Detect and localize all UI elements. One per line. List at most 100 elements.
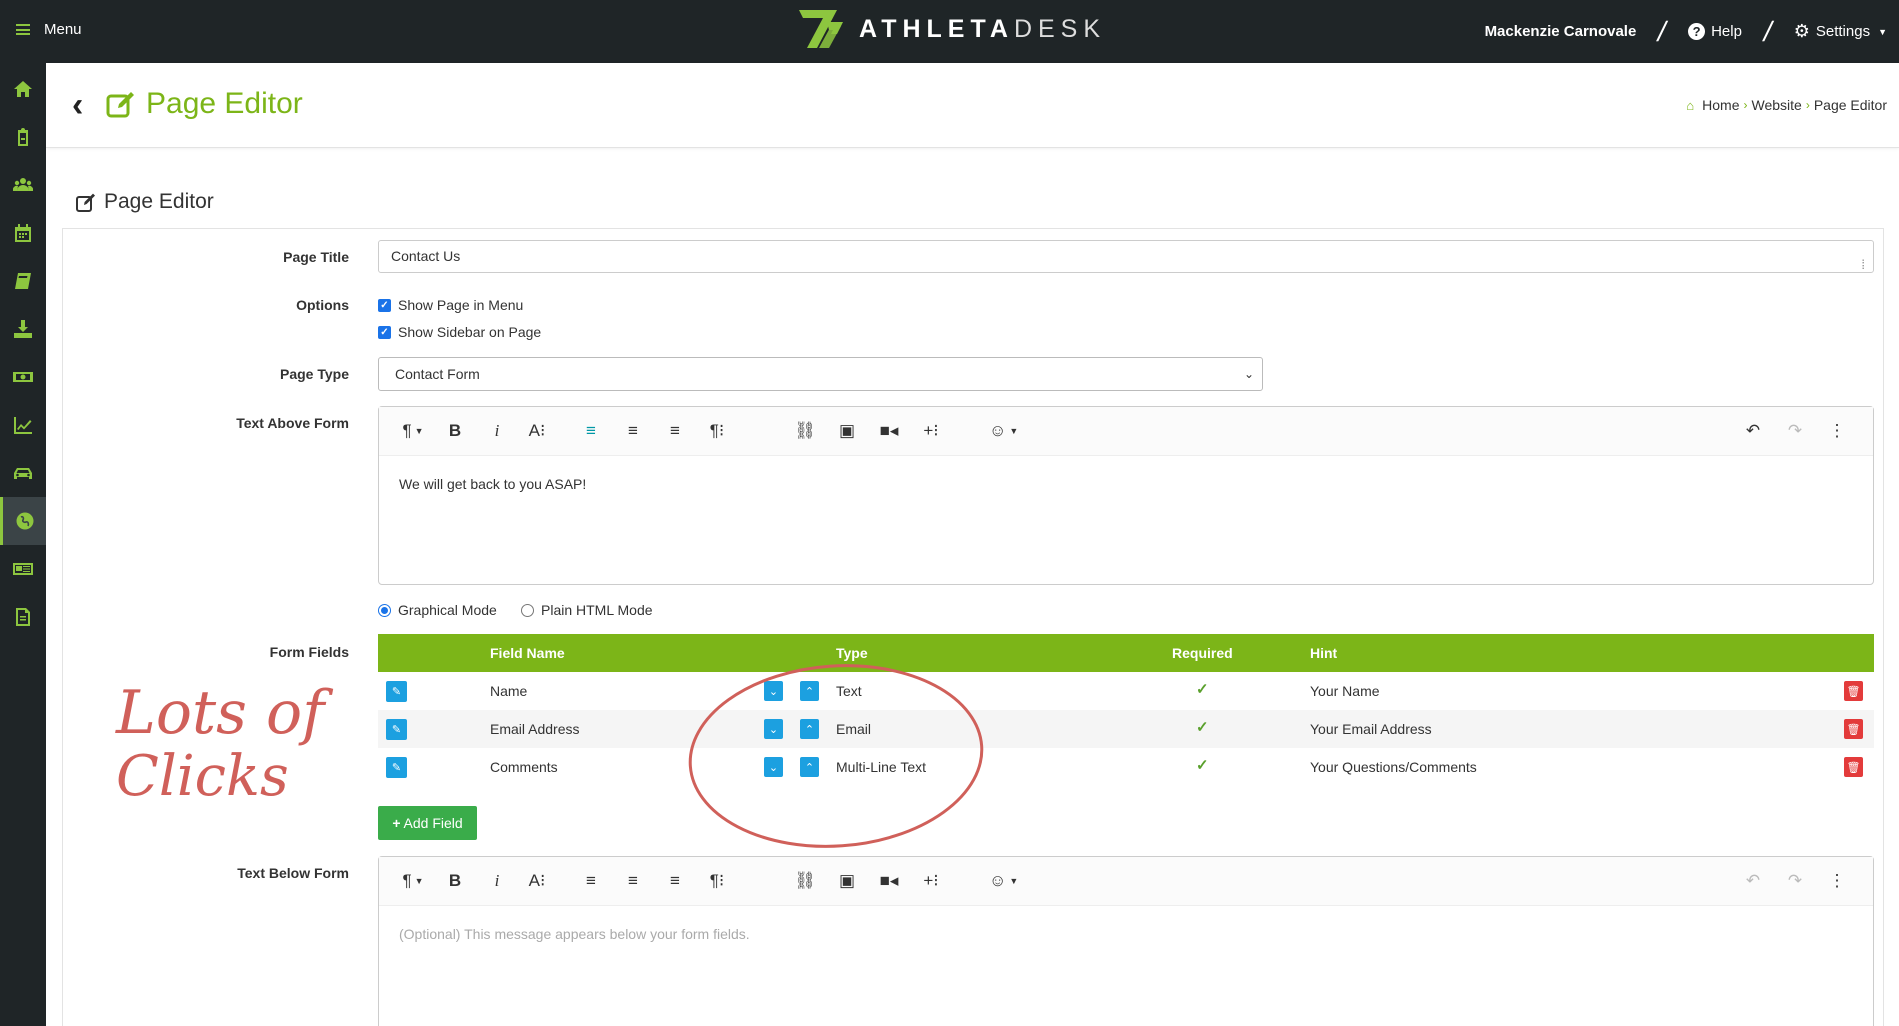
sidebar-item-documents[interactable]	[0, 593, 46, 641]
panel-title: Page Editor	[76, 190, 214, 214]
bold-icon[interactable]: B	[443, 419, 467, 443]
page-title-text: Page Editor	[146, 87, 303, 120]
table-row: ✎ Email Address ⌄ ⌃ Email ✓ Your Email A…	[378, 710, 1874, 748]
sidebar-item-money[interactable]	[0, 353, 46, 401]
field-hint-cell: Your Questions/Comments	[1310, 759, 1477, 775]
radio-selected-icon	[378, 603, 391, 617]
insert-more-icon[interactable]: +⁝	[919, 869, 943, 893]
money-icon	[13, 372, 33, 382]
sidebar-item-download[interactable]	[0, 305, 46, 353]
sidebar-item-calendar[interactable]	[0, 209, 46, 257]
users-icon	[13, 178, 33, 191]
top-right-nav: Mackenzie Carnovale / ? Help / ⚙ Setting…	[1485, 0, 1887, 63]
sidebar-item-car[interactable]	[0, 449, 46, 497]
image-icon[interactable]: ▣	[835, 419, 859, 443]
show-in-menu-checkbox[interactable]: ✓ Show Page in Menu	[378, 297, 523, 313]
add-field-button[interactable]: + Add Field	[378, 806, 477, 840]
sidebar-item-users[interactable]	[0, 161, 46, 209]
undo-icon[interactable]: ↶	[1741, 869, 1765, 893]
move-down-button[interactable]: ⌄	[764, 719, 783, 739]
back-chevron-icon[interactable]: ‹	[72, 88, 83, 122]
breadcrumb-home[interactable]: Home	[1702, 97, 1739, 113]
field-type-cell: Multi-Line Text	[836, 759, 927, 775]
text-above-content[interactable]: We will get back to you ASAP!	[379, 456, 1873, 512]
font-size-icon[interactable]: A⁝	[525, 869, 549, 893]
edit-field-button[interactable]: ✎	[386, 719, 407, 740]
brand-logo[interactable]: ATHLETADESK	[797, 8, 1106, 50]
emoticon-icon[interactable]: ☺ ▼	[989, 869, 1018, 893]
move-up-button[interactable]: ⌃	[800, 719, 819, 739]
delete-field-button[interactable]: 🗑	[1844, 681, 1863, 701]
italic-icon[interactable]: i	[485, 419, 509, 443]
align-center-icon[interactable]: ≡	[621, 419, 645, 443]
page-title-label: Page Title	[283, 249, 349, 265]
newspaper-icon	[13, 563, 33, 575]
help-link[interactable]: ? Help	[1688, 23, 1742, 40]
user-name[interactable]: Mackenzie Carnovale	[1485, 23, 1637, 40]
text-below-label: Text Below Form	[237, 865, 349, 881]
page-title-input[interactable]: Contact Us ⁞	[378, 240, 1874, 273]
graphical-mode-radio[interactable]: Graphical Mode	[378, 602, 497, 618]
video-icon[interactable]: ■◂	[877, 419, 901, 443]
divider: /	[1760, 15, 1776, 47]
bold-icon[interactable]: B	[443, 869, 467, 893]
required-check-icon: ✓	[1196, 757, 1209, 774]
paragraph-format-icon[interactable]: ¶ ▼	[401, 869, 425, 893]
move-up-button[interactable]: ⌃	[800, 757, 819, 777]
paragraph-more-icon[interactable]: ¶⁝	[705, 419, 729, 443]
edit-field-button[interactable]: ✎	[386, 681, 407, 702]
sidebar-item-home[interactable]	[0, 65, 46, 113]
delete-field-button[interactable]: 🗑	[1844, 757, 1863, 777]
sidebar-item-website[interactable]	[0, 497, 46, 545]
video-icon[interactable]: ■◂	[877, 869, 901, 893]
align-left-icon[interactable]: ≡	[579, 419, 603, 443]
brand-bold: ATHLETA	[859, 14, 1014, 43]
settings-dropdown[interactable]: ⚙ Settings ▼	[1794, 21, 1887, 42]
insert-more-icon[interactable]: +⁝	[919, 419, 943, 443]
settings-label: Settings	[1815, 23, 1871, 40]
page-type-select[interactable]: Contact Form ⌄	[378, 357, 1263, 391]
sidebar-item-news[interactable]	[0, 545, 46, 593]
sidebar-item-clipboard[interactable]	[0, 113, 46, 161]
show-in-menu-label: Show Page in Menu	[398, 297, 524, 313]
emoticon-icon[interactable]: ☺ ▼	[989, 419, 1018, 443]
align-center-icon[interactable]: ≡	[621, 869, 645, 893]
breadcrumb-website[interactable]: Website	[1752, 97, 1802, 113]
move-up-button[interactable]: ⌃	[800, 681, 819, 701]
link-icon[interactable]: ⛓	[793, 869, 817, 893]
redo-icon[interactable]: ↷	[1783, 869, 1807, 893]
move-down-button[interactable]: ⌄	[764, 757, 783, 777]
align-right-icon[interactable]: ≡	[663, 419, 687, 443]
paragraph-more-icon[interactable]: ¶⁝	[705, 869, 729, 893]
menu-button[interactable]: Menu	[16, 21, 82, 38]
sidebar-item-book[interactable]	[0, 257, 46, 305]
redo-icon[interactable]: ↷	[1783, 419, 1807, 443]
undo-icon[interactable]: ↶	[1741, 419, 1765, 443]
move-down-button[interactable]: ⌄	[764, 681, 783, 701]
header-required: Required	[1172, 645, 1233, 661]
show-sidebar-checkbox[interactable]: ✓ Show Sidebar on Page	[378, 324, 541, 340]
edit-field-button[interactable]: ✎	[386, 757, 407, 778]
athletadesk-logo-icon	[799, 10, 843, 48]
align-left-icon[interactable]: ≡	[579, 869, 603, 893]
required-check-icon: ✓	[1196, 719, 1209, 736]
align-right-icon[interactable]: ≡	[663, 869, 687, 893]
link-icon[interactable]: ⛓	[793, 419, 817, 443]
text-cursor-icon: ⁞	[1861, 257, 1865, 272]
italic-icon[interactable]: i	[485, 869, 509, 893]
delete-field-button[interactable]: 🗑	[1844, 719, 1863, 739]
help-label: Help	[1711, 23, 1742, 40]
image-icon[interactable]: ▣	[835, 869, 859, 893]
more-options-icon[interactable]: ⋮	[1825, 869, 1849, 893]
breadcrumb-separator: ›	[1805, 98, 1810, 112]
font-size-icon[interactable]: A⁝	[525, 419, 549, 443]
checkmark-icon: ✓	[378, 325, 391, 339]
table-header: Field Name Type Required Hint	[378, 634, 1874, 672]
text-below-content[interactable]: (Optional) This message appears below yo…	[379, 906, 1873, 962]
paragraph-format-icon[interactable]: ¶ ▼	[401, 419, 425, 443]
html-mode-radio[interactable]: Plain HTML Mode	[521, 602, 653, 618]
field-name-cell: Comments	[490, 759, 558, 775]
checkmark-icon: ✓	[378, 298, 391, 312]
sidebar-item-chart[interactable]	[0, 401, 46, 449]
more-options-icon[interactable]: ⋮	[1825, 419, 1849, 443]
